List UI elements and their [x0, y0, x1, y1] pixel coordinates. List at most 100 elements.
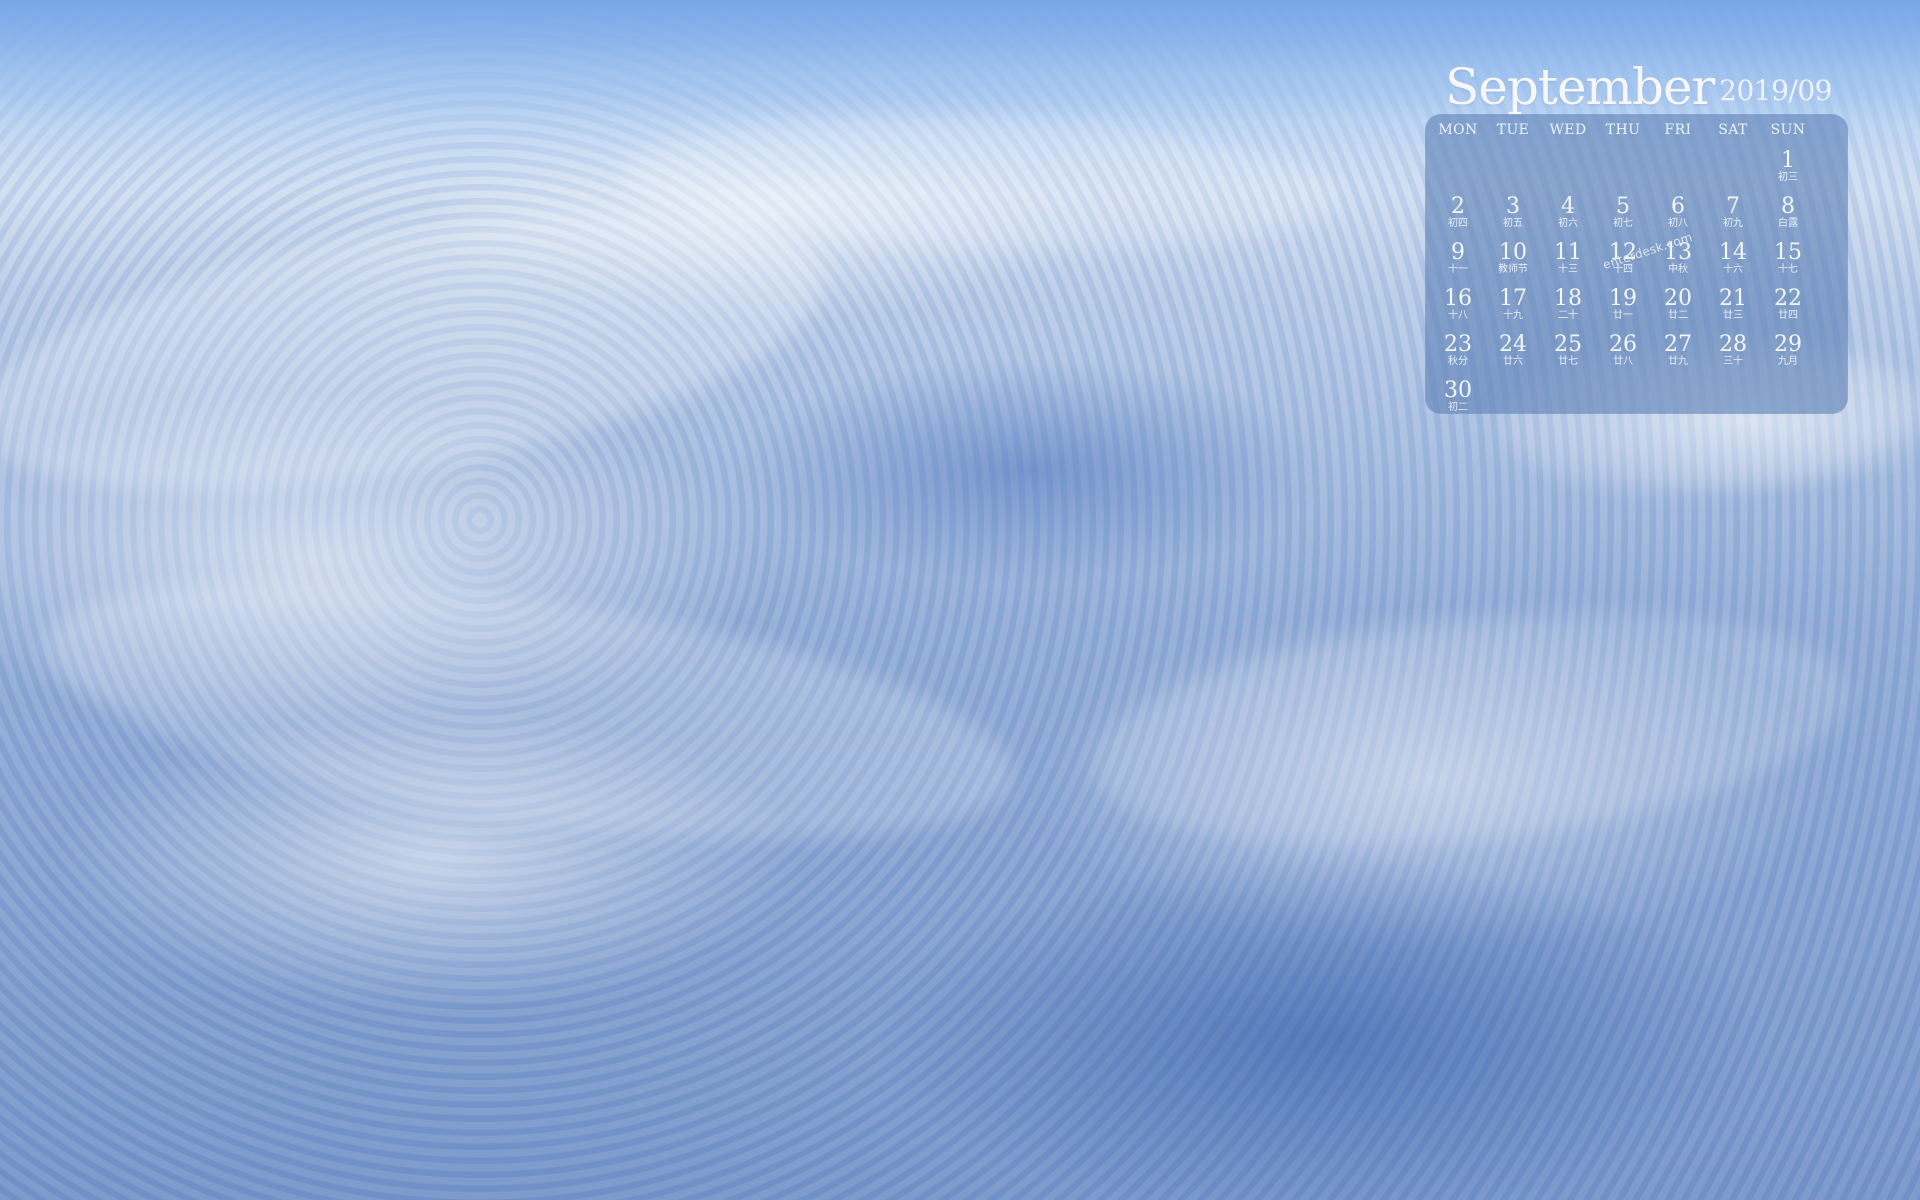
day-number: 30 — [1444, 378, 1472, 403]
weekday-mon: MON — [1438, 122, 1478, 138]
day-lunar-text: 二十 — [1558, 310, 1578, 321]
day-lunar-text: 初九 — [1723, 218, 1743, 229]
day-lunar-text: 秋分 — [1448, 356, 1468, 367]
day-lunar-text: 教师节 — [1498, 264, 1528, 275]
day-number: 22 — [1774, 286, 1802, 311]
month-title: September — [1445, 58, 1715, 116]
day-lunar-text: 初五 — [1503, 218, 1523, 229]
calendar-day: 30 初二 — [1431, 380, 1485, 414]
calendar-widget: September 2019/09 MON TUE WED THU FRI SA… — [1425, 58, 1850, 414]
weekday-fri: FRI — [1664, 122, 1692, 138]
weekday-thu: THU — [1605, 122, 1641, 138]
day-number: 20 — [1664, 286, 1692, 311]
calendar-day: 6 初八 — [1651, 196, 1705, 236]
day-lunar-text: 白露 — [1778, 218, 1798, 229]
day-lunar-text: 初六 — [1558, 218, 1578, 229]
calendar-day: 22 廿四 — [1761, 288, 1815, 328]
day-number: 7 — [1726, 194, 1740, 219]
day-number: 16 — [1444, 286, 1472, 311]
day-number: 18 — [1554, 286, 1582, 311]
day-lunar-text: 廿八 — [1613, 356, 1633, 367]
day-number: 15 — [1774, 240, 1802, 265]
day-number: 27 — [1664, 332, 1692, 357]
day-number: 28 — [1719, 332, 1747, 357]
day-lunar-text: 廿九 — [1668, 356, 1688, 367]
day-lunar-text: 初八 — [1668, 218, 1688, 229]
day-lunar-text: 三十 — [1723, 356, 1743, 367]
calendar-day: 9 十一 — [1431, 242, 1485, 282]
day-number: 17 — [1499, 286, 1527, 311]
day-number: 2 — [1451, 194, 1465, 219]
calendar-day: 5 初七 — [1596, 196, 1650, 236]
weekday-wed: WED — [1549, 122, 1587, 138]
calendar-day: 13 中秋 — [1651, 242, 1705, 282]
calendar-day: 17 十九 — [1486, 288, 1540, 328]
day-lunar-text: 九月 — [1778, 356, 1798, 367]
day-lunar-text: 十一 — [1448, 264, 1468, 275]
day-number: 4 — [1561, 194, 1575, 219]
day-lunar-text: 中秋 — [1668, 264, 1688, 275]
weekday-tue: TUE — [1496, 122, 1530, 138]
calendar-day: 24 廿六 — [1486, 334, 1540, 374]
day-lunar-text: 初二 — [1448, 402, 1468, 413]
day-lunar-text: 十六 — [1723, 264, 1743, 275]
day-number: 11 — [1554, 240, 1582, 265]
day-lunar-text: 廿一 — [1613, 310, 1633, 321]
day-number: 1 — [1781, 148, 1795, 173]
calendar-day: 29 九月 — [1761, 334, 1815, 374]
day-lunar-text: 十八 — [1448, 310, 1468, 321]
day-number: 25 — [1554, 332, 1582, 357]
calendar-day: 7 初九 — [1706, 196, 1760, 236]
day-number: 8 — [1781, 194, 1795, 219]
calendar-panel: MON TUE WED THU FRI SAT SUN enterdesk.co… — [1425, 114, 1848, 414]
day-lunar-text: 十三 — [1558, 264, 1578, 275]
calendar-day: 20 廿二 — [1651, 288, 1705, 328]
day-number: 19 — [1609, 286, 1637, 311]
calendar-day: 16 十八 — [1431, 288, 1485, 328]
day-number: 13 — [1664, 240, 1692, 265]
day-number: 6 — [1671, 194, 1685, 219]
day-lunar-text: 初四 — [1448, 218, 1468, 229]
day-number: 23 — [1444, 332, 1472, 357]
cloud-band — [29, 532, 1031, 888]
day-lunar-text: 廿六 — [1503, 356, 1523, 367]
calendar-day: 12 十四 — [1596, 242, 1650, 282]
year-month-label: 2019/09 — [1719, 74, 1832, 107]
calendar-day: 18 二十 — [1541, 288, 1595, 328]
day-number: 26 — [1609, 332, 1637, 357]
day-lunar-text: 十九 — [1503, 310, 1523, 321]
day-number: 9 — [1451, 240, 1465, 265]
day-lunar-text: 初七 — [1613, 218, 1633, 229]
day-number: 14 — [1719, 240, 1747, 265]
wallpaper-background: September 2019/09 MON TUE WED THU FRI SA… — [0, 0, 1920, 1200]
day-number: 5 — [1616, 194, 1630, 219]
weekday-sun: SUN — [1770, 122, 1806, 138]
calendar-day: 1 初三 — [1761, 150, 1815, 190]
day-lunar-text: 廿四 — [1778, 310, 1798, 321]
day-lunar-text: 廿三 — [1723, 310, 1743, 321]
calendar-day: 25 廿七 — [1541, 334, 1595, 374]
calendar-day: 26 廿八 — [1596, 334, 1650, 374]
calendar-day: 23 秋分 — [1431, 334, 1485, 374]
calendar-day: 27 廿九 — [1651, 334, 1705, 374]
day-number: 3 — [1506, 194, 1520, 219]
weekday-row: MON TUE WED THU FRI SAT SUN — [1425, 122, 1848, 146]
calendar-day: 15 十七 — [1761, 242, 1815, 282]
day-number: 29 — [1774, 332, 1802, 357]
day-number: 24 — [1499, 332, 1527, 357]
day-lunar-text: 初三 — [1778, 172, 1798, 183]
day-number: 21 — [1719, 286, 1747, 311]
calendar-day: 14 十六 — [1706, 242, 1760, 282]
day-lunar-text: 廿二 — [1668, 310, 1688, 321]
calendar-day: 10 教师节 — [1486, 242, 1540, 282]
calendar-day: 2 初四 — [1431, 196, 1485, 236]
calendar-day: 28 三十 — [1706, 334, 1760, 374]
calendar-day: 8 白露 — [1761, 196, 1815, 236]
calendar-day: 11 十三 — [1541, 242, 1595, 282]
day-lunar-text: 十四 — [1613, 264, 1633, 275]
weekday-sat: SAT — [1718, 122, 1748, 138]
cloud-band — [1080, 580, 1860, 880]
day-number: 10 — [1499, 240, 1527, 265]
calendar-day: 4 初六 — [1541, 196, 1595, 236]
day-number: 12 — [1609, 240, 1637, 265]
